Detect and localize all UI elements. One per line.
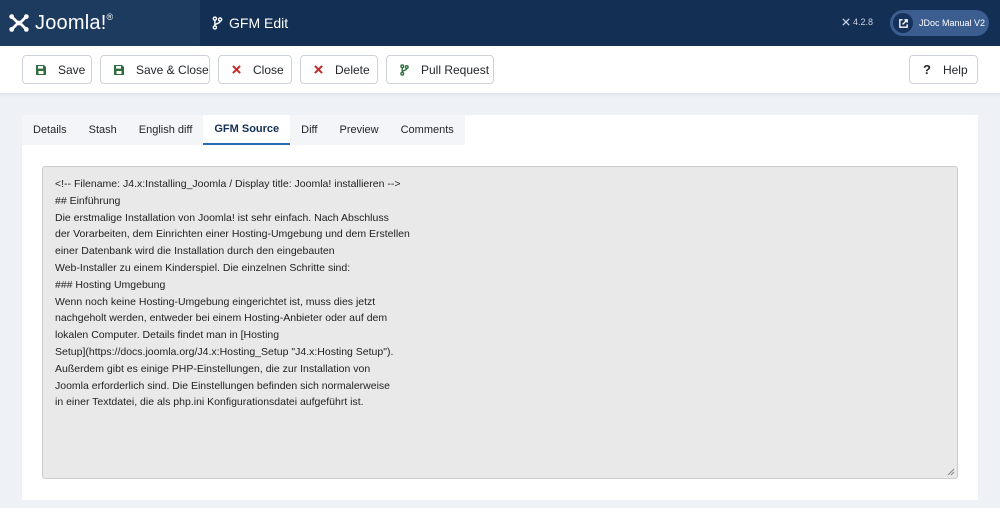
close-button[interactable]: Close: [218, 55, 292, 84]
question-icon: ?: [923, 62, 931, 77]
app-header: Joomla!® GFM Edit 4.2.8 JDoc Manual V2: [0, 0, 1000, 46]
save-icon: [114, 64, 124, 75]
editor-line: ### Hosting Umgebung: [55, 278, 166, 291]
save-icon: [36, 64, 46, 75]
version-badge: 4.2.8: [842, 17, 873, 27]
tab-bar: Details Stash English diff GFM Source Di…: [22, 115, 465, 145]
save-label: Save: [58, 62, 86, 77]
tab-comments[interactable]: Comments: [389, 115, 465, 145]
gfm-source-textarea[interactable]: <!-- Filename: J4.x:Installing_Joomla / …: [42, 166, 958, 479]
resize-grip-icon[interactable]: [947, 468, 955, 476]
editor-line: ## Einführung: [55, 194, 121, 207]
tab-details[interactable]: Details: [22, 115, 78, 145]
site-link-label: JDoc Manual V2: [919, 18, 986, 28]
pull-request-label: Pull Request: [421, 62, 490, 77]
site-link-button[interactable]: JDoc Manual V2: [890, 10, 989, 36]
toolbar: Save Save & Close Close Delete Pull Requ…: [0, 46, 1000, 94]
editor-line: der Vorarbeiten, dem Einrichten einer Ho…: [55, 228, 410, 241]
editor-line: einer Datenbank wird die Installation du…: [55, 245, 335, 258]
help-button[interactable]: ? Help: [909, 55, 978, 84]
editor-line: nachgeholt werden, entweder bei einem Ho…: [55, 312, 388, 325]
joomla-small-icon: [842, 18, 850, 26]
editor-line: Joomla erforderlich sind. Die Einstellun…: [55, 379, 391, 392]
editor-line: Die erstmalige Installation von Joomla! …: [55, 211, 389, 224]
tab-english-diff[interactable]: English diff: [127, 115, 204, 145]
branch-icon: [400, 63, 409, 76]
editor-line: lokalen Computer. Details findet man in …: [55, 329, 280, 342]
tab-stash[interactable]: Stash: [77, 115, 128, 145]
editor-line: Wenn noch keine Hosting-Umgebung eingeri…: [55, 295, 376, 308]
delete-icon: [314, 65, 323, 74]
edit-panel: Details Stash English diff GFM Source Di…: [22, 115, 978, 500]
page-title: GFM Edit: [212, 15, 288, 31]
pull-request-button[interactable]: Pull Request: [386, 55, 494, 84]
brand-name: Joomla: [35, 11, 101, 34]
close-label: Close: [253, 62, 284, 77]
editor-line: Außerdem gibt es einige PHP-Einstellunge…: [55, 362, 371, 375]
delete-label: Delete: [335, 62, 370, 77]
logo[interactable]: Joomla!®: [0, 0, 200, 46]
external-link-icon: [893, 13, 913, 33]
editor-line: Web-Installer zu einem Kinderspiel. Die …: [55, 261, 351, 274]
editor-line: <!-- Filename: J4.x:Installing_Joomla / …: [55, 178, 401, 190]
delete-button[interactable]: Delete: [300, 55, 378, 84]
tab-gfm-source[interactable]: GFM Source: [203, 115, 291, 145]
editor-line: Setup](https://docs.joomla.org/J4.x:Host…: [55, 345, 394, 358]
save-close-button[interactable]: Save & Close: [100, 55, 210, 84]
save-button[interactable]: Save: [22, 55, 92, 84]
tab-preview[interactable]: Preview: [328, 115, 390, 145]
page-title-text: GFM Edit: [229, 15, 289, 31]
joomla-logo-icon: [9, 14, 29, 32]
save-close-label: Save & Close: [136, 62, 209, 77]
version-text: 4.2.8: [852, 17, 873, 27]
editor-line: in einer Textdatei, die als php.ini Konf…: [55, 396, 364, 409]
close-icon: [232, 65, 241, 74]
branch-icon: [212, 16, 223, 30]
tab-diff[interactable]: Diff: [290, 115, 329, 145]
help-label: Help: [942, 62, 968, 77]
